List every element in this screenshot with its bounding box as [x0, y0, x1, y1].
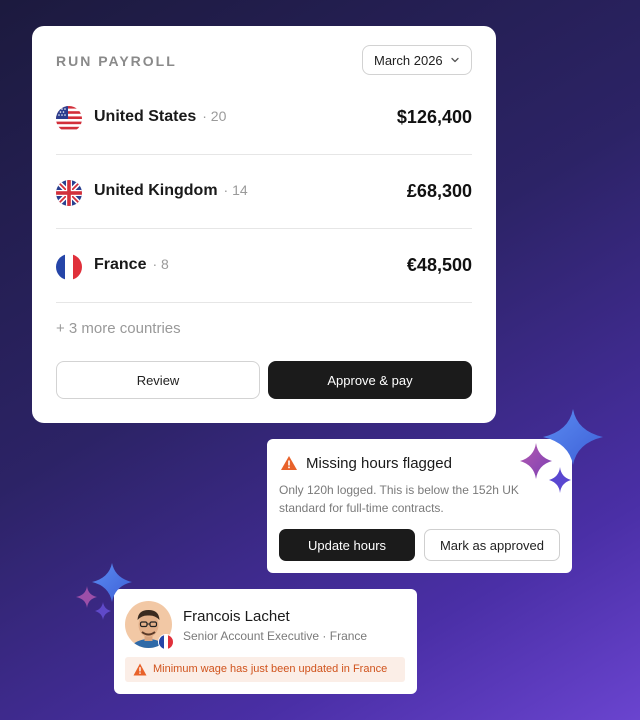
country-row-france[interactable]: France · 8 €48,500 — [56, 229, 472, 303]
country-amount: $126,400 — [396, 107, 472, 127]
sparkle-icon — [520, 409, 603, 493]
employee-count: · 14 — [223, 182, 248, 198]
country-amount: €48,500 — [406, 255, 472, 275]
employee-count: · 20 — [202, 108, 227, 124]
alert-title: Missing hours flagged — [306, 455, 452, 472]
france-flag-icon — [158, 634, 174, 650]
sparkle-icon — [76, 563, 132, 620]
employee-count: · 8 — [152, 256, 169, 272]
country-name: France · 8 — [94, 256, 169, 273]
wage-notice: Minimum wage has just been updated in Fr… — [125, 657, 405, 682]
country-name: United States · 20 — [94, 108, 227, 125]
country-row-uk[interactable]: United Kingdom · 14 £68,300 — [56, 155, 472, 229]
mark-approved-button[interactable]: Mark as approved — [424, 529, 560, 561]
country-name: United Kingdom · 14 — [94, 182, 248, 199]
period-select[interactable]: March 2026 — [362, 45, 472, 75]
employee-name: Francois Lachet — [183, 608, 290, 625]
approve-pay-button[interactable]: Approve & pay — [268, 361, 472, 399]
update-hours-button[interactable]: Update hours — [279, 529, 415, 561]
chevron-down-icon — [451, 57, 459, 63]
country-row-us[interactable]: United States · 20 $126,400 — [56, 81, 472, 155]
warning-icon — [281, 456, 297, 470]
france-flag-icon — [56, 254, 82, 280]
us-flag-icon — [56, 106, 82, 132]
uk-flag-icon — [56, 180, 82, 206]
warning-icon — [133, 663, 147, 676]
employee-card: Francois Lachet Senior Account Executive… — [114, 589, 417, 694]
payroll-title: RUN PAYROLL — [56, 53, 177, 69]
employee-role: Senior Account Executive · France — [183, 629, 368, 643]
payroll-card: RUN PAYROLL March 2026 United States · 20… — [32, 26, 496, 423]
period-value: March 2026 — [374, 52, 443, 68]
country-amount: £68,300 — [406, 181, 472, 201]
review-button[interactable]: Review — [56, 361, 260, 399]
wage-notice-text: Minimum wage has just been updated in Fr… — [153, 663, 388, 675]
alert-description: Only 120h logged. This is below the 152h… — [279, 483, 519, 515]
more-countries-link[interactable]: + 3 more countries — [56, 320, 181, 337]
